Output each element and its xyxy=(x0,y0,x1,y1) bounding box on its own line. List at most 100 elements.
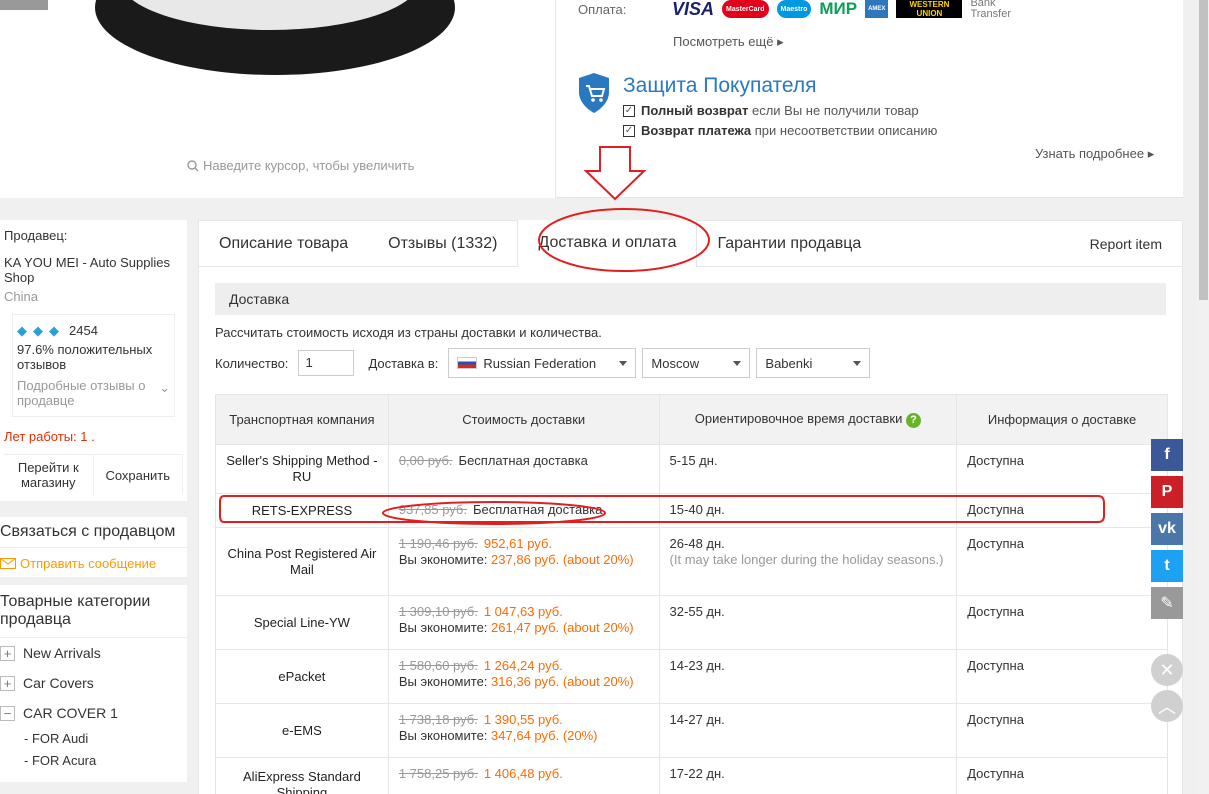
product-top-area: Наведите курсор, чтобы увеличить Оплата:… xyxy=(0,0,1183,198)
main-content: Описание товара Отзывы (1332) Доставка и… xyxy=(198,220,1183,794)
time-cell: 14-27 дн. xyxy=(658,703,958,758)
seller-label: Продавец: xyxy=(4,228,68,243)
delivery-time: 14-23 дн. xyxy=(669,658,725,673)
subcategory-item[interactable]: - FOR Audi xyxy=(0,728,187,750)
left-sidebar: Продавец: KA YOU MEI - Auto Supplies Sho… xyxy=(0,220,187,782)
delivery-time: 26-48 дн. xyxy=(669,536,725,551)
shipping-row: RETS-EXPRESS 937,85 руб. Бесплатная достав… xyxy=(215,493,1168,528)
savings-line: Вы экономите: 261,47 руб. (about 20%) xyxy=(399,620,649,636)
envelope-icon xyxy=(0,558,16,569)
caret-down-icon xyxy=(619,361,628,366)
price-line: 1 309,10 руб. 1 047,63 руб. xyxy=(399,604,649,620)
header-cost: Стоимость доставки xyxy=(387,394,660,445)
diamond-icon: ◆ xyxy=(17,322,27,338)
delivery-time: 15-40 дн. xyxy=(669,502,725,517)
report-item-link[interactable]: Report item xyxy=(1090,221,1162,267)
tab-shipping-payment[interactable]: Доставка и оплата xyxy=(517,220,698,267)
vk-icon[interactable]: vk xyxy=(1151,513,1183,545)
tab-reviews[interactable]: Отзывы (1332) xyxy=(368,221,517,267)
zoom-hint: Наведите курсор, чтобы увеличить xyxy=(187,158,414,173)
bank-transfer-logo: Bank Transfer xyxy=(970,0,1011,20)
old-price: 0,00 руб. xyxy=(398,453,453,468)
mir-logo: МИР xyxy=(819,0,858,18)
positive-feedback: 97.6% положительных отзывов xyxy=(17,342,170,372)
categories-title: Товарные категории продавца xyxy=(0,585,187,638)
thumbnail[interactable] xyxy=(0,0,48,10)
collapse-icon[interactable]: − xyxy=(0,705,15,721)
close-icon[interactable]: ✕ xyxy=(1151,654,1183,686)
country-value: Russian Federation xyxy=(483,355,597,371)
protection-bold: Полный возврат xyxy=(641,103,749,118)
tab-seller-guarantees[interactable]: Гарантии продавца xyxy=(697,221,881,267)
savings-label: Вы экономите: xyxy=(398,674,488,689)
learn-more-link[interactable]: Узнать подробнее ▸ xyxy=(1035,146,1154,162)
rating-box: ◆ ◆ ◆ 2454 97.6% положительных отзывов П… xyxy=(12,314,175,417)
expand-icon[interactable]: + xyxy=(0,675,15,691)
savings-value: 316,36 руб. (about 20%) xyxy=(491,674,634,689)
category-item[interactable]: + New Arrivals xyxy=(0,638,187,668)
payment-label: Оплата: xyxy=(578,2,627,17)
new-price: 1 047,63 руб. xyxy=(483,604,563,619)
scrollbar-thumb[interactable] xyxy=(1199,0,1208,300)
category-label[interactable]: New Arrivals xyxy=(23,645,101,661)
go-to-store-button[interactable]: Перейти к магазину xyxy=(4,455,94,495)
category-label[interactable]: CAR COVER 1 xyxy=(23,705,118,721)
caret-down-icon xyxy=(733,361,742,366)
old-price: 1 738,18 руб. xyxy=(398,712,478,727)
category-label[interactable]: Car Covers xyxy=(23,675,94,691)
time-cell: 5-15 дн. xyxy=(658,444,958,494)
category-item[interactable]: − CAR COVER 1 xyxy=(0,698,187,728)
old-price: 1 758,25 руб. xyxy=(398,766,478,781)
learn-more-text: Узнать подробнее xyxy=(1035,146,1145,161)
twitter-icon[interactable]: t xyxy=(1151,550,1183,582)
ship-to-label: Доставка в: xyxy=(368,355,439,371)
district-select[interactable]: Babenki xyxy=(756,348,871,378)
facebook-icon[interactable]: f xyxy=(1151,439,1183,471)
zoom-hint-text: Наведите курсор, чтобы увеличить xyxy=(203,158,415,173)
amex-logo: AMEX xyxy=(865,0,889,18)
scroll-top-icon[interactable]: ︿ xyxy=(1151,690,1183,722)
free-shipping: Бесплатная доставка xyxy=(458,453,588,468)
country-select[interactable]: Russian Federation xyxy=(448,348,637,378)
see-more-text: Посмотреть ещё xyxy=(673,34,774,49)
shield-cart-icon xyxy=(579,73,609,113)
new-price: 1 390,55 руб. xyxy=(483,712,563,727)
russia-flag-icon xyxy=(457,357,478,369)
seller-name-link[interactable]: KA YOU MEI - Auto Supplies Shop xyxy=(4,255,183,285)
city-select[interactable]: Moscow xyxy=(642,348,751,378)
company-cell: Special Line-YW xyxy=(215,595,389,650)
mastercard-logo: MasterCard xyxy=(722,0,769,18)
years-in-business: Лет работы: 1 . xyxy=(4,429,183,444)
savings-line: Вы экономите: 237,86 руб. (about 20%) xyxy=(399,552,649,568)
shipping-row: Seller's Shipping Method - RU 0,00 руб. Бе… xyxy=(215,444,1168,494)
detail-feedback-link[interactable]: Подробные отзывы о продавце ⌄ xyxy=(17,378,170,408)
delivery-time: 14-27 дн. xyxy=(669,712,725,727)
send-message-text: Отправить сообщение xyxy=(20,556,157,571)
table-header-row: Транспортная компания Стоимость доставки… xyxy=(215,394,1168,445)
company-cell: e-EMS xyxy=(215,703,389,758)
product-image[interactable]: Наведите курсор, чтобы увеличить xyxy=(0,0,556,198)
chevron-right-icon: ▸ xyxy=(1147,146,1155,161)
old-price: 937,85 руб. xyxy=(398,502,467,517)
send-message-link[interactable]: Отправить сообщение xyxy=(0,548,187,577)
pinterest-icon[interactable]: P xyxy=(1151,476,1183,508)
quantity-label: Количество: xyxy=(215,355,289,371)
protection-text: при несоответствии описанию xyxy=(754,123,938,138)
see-more-link[interactable]: Посмотреть ещё ▸ xyxy=(673,34,784,50)
expand-icon[interactable]: + xyxy=(0,645,15,661)
save-store-button[interactable]: Сохранить xyxy=(94,455,183,495)
time-cell: 15-40 дн. xyxy=(658,493,958,528)
new-price: 1 264,24 руб. xyxy=(483,658,563,673)
shipping-table: Транспортная компания Стоимость доставки… xyxy=(215,394,1168,794)
category-item[interactable]: + Car Covers xyxy=(0,668,187,698)
tab-description[interactable]: Описание товара xyxy=(199,221,368,267)
edit-icon[interactable]: ✎ xyxy=(1151,587,1183,619)
price-line: 1 738,18 руб. 1 390,55 руб. xyxy=(399,712,649,728)
header-time-text: Ориентировочное время доставки xyxy=(694,411,903,426)
quantity-input[interactable]: 1 xyxy=(298,350,355,376)
company-cell: China Post Registered Air Mail xyxy=(215,527,389,596)
info-cell: Доступна xyxy=(956,757,1168,794)
price-line: 1 580,60 руб. 1 264,24 руб. xyxy=(399,658,649,674)
subcategory-item[interactable]: - FOR Acura xyxy=(0,750,187,772)
help-icon[interactable]: ? xyxy=(905,413,921,428)
